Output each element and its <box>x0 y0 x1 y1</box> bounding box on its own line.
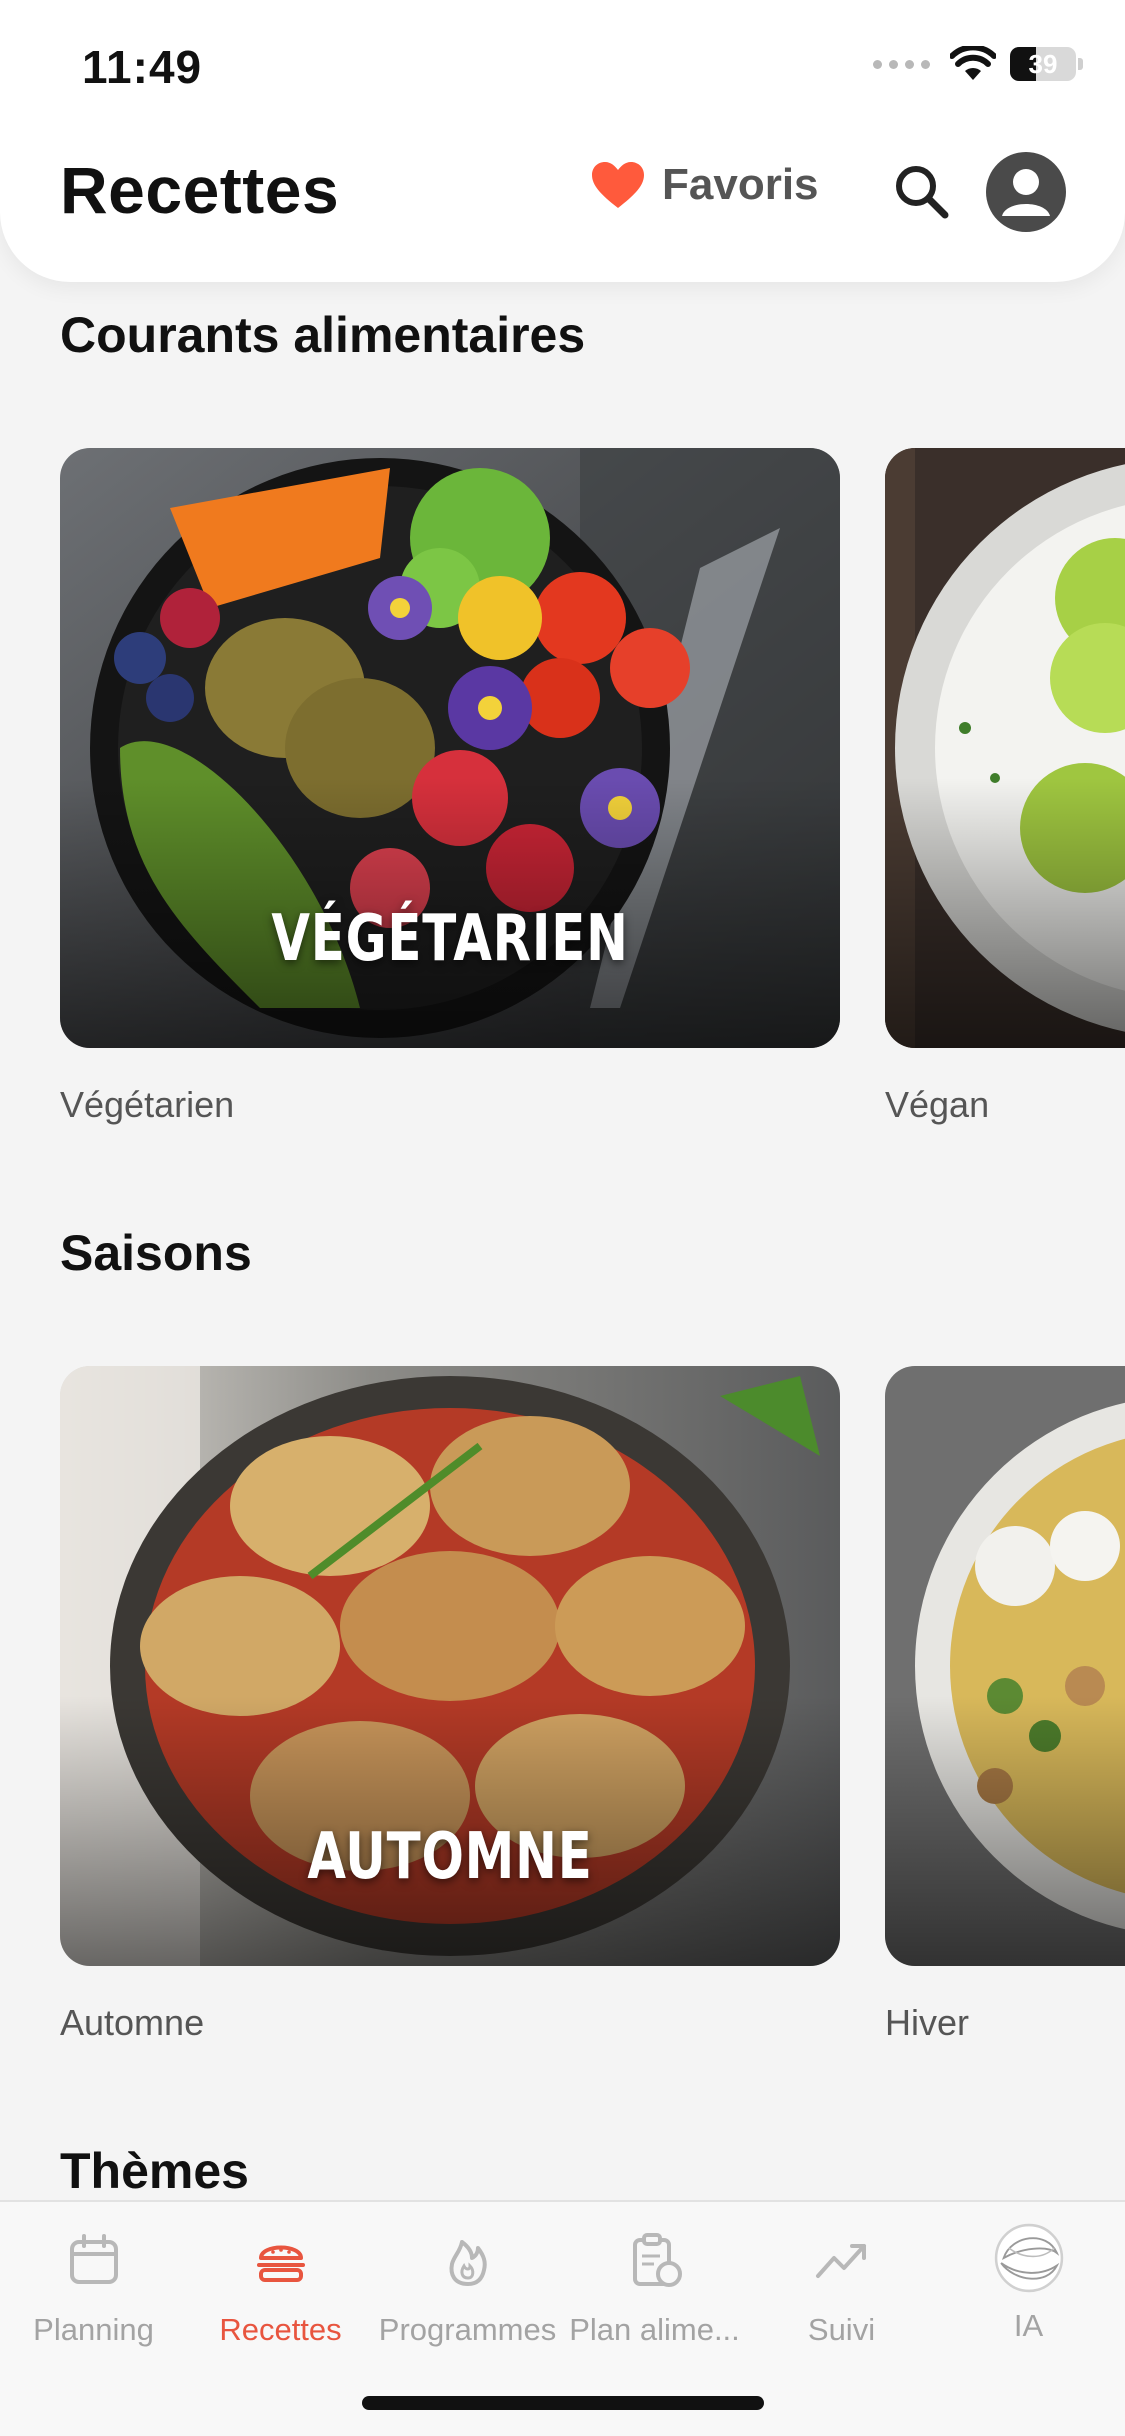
battery-percent: 39 <box>1028 48 1058 79</box>
flame-icon <box>449 2240 487 2286</box>
tab-label: Planning <box>33 2312 154 2347</box>
tab-label: IA <box>1013 2308 1044 2343</box>
recipe-category-card-automne[interactable]: AUTOMNE <box>60 1366 840 1966</box>
burger-icon <box>256 2245 305 2282</box>
section-title-themes: Thèmes <box>60 2143 249 2199</box>
card-caption-vegan: Végan <box>885 1084 990 1125</box>
tab-planning[interactable]: Planning <box>0 2202 187 2362</box>
calendar-icon <box>69 2234 118 2284</box>
card-overlay-title: VÉGÉTARIEN <box>271 902 629 976</box>
status-indicators: 39 <box>873 46 1083 82</box>
cellular-signal-icon <box>873 59 930 69</box>
card-caption-automne: Automne <box>60 2002 205 2043</box>
search-icon[interactable] <box>890 160 952 222</box>
ai-orb-icon <box>994 2223 1063 2293</box>
page-title: Recettes <box>60 153 340 227</box>
profile-avatar-button[interactable] <box>986 152 1066 232</box>
wifi-icon <box>950 46 996 80</box>
user-icon <box>1002 169 1050 216</box>
favorites-label: Favoris <box>662 160 819 209</box>
card-caption-hiver: Hiver <box>885 2002 970 2043</box>
card-caption-vegetarien: Végétarien <box>60 1084 235 1125</box>
rice-lime-bowl-image <box>885 448 1125 1048</box>
favorites-button[interactable]: Favoris <box>590 160 819 210</box>
battery-tip <box>1078 58 1083 70</box>
tab-label: Programmes <box>378 2312 557 2347</box>
trend-up-icon <box>815 2244 866 2278</box>
tab-label: Suivi <box>807 2312 876 2347</box>
tab-programmes[interactable]: Programmes <box>374 2202 561 2362</box>
status-time: 11:49 <box>82 41 203 93</box>
tab-suivi[interactable]: Suivi <box>748 2202 935 2362</box>
battery-icon: 39 <box>1010 47 1076 81</box>
tab-ia[interactable]: IA <box>935 2202 1122 2362</box>
top-app-bar: 11:49 39 Recettes Favoris <box>0 0 1125 282</box>
recipe-category-card-hiver[interactable] <box>885 1366 1125 1966</box>
tab-label: Recettes <box>219 2312 342 2347</box>
tab-label: Plan alime... <box>569 2312 740 2347</box>
card-overlay-title: AUTOMNE <box>307 1820 593 1894</box>
recipe-category-card-vegan[interactable] <box>885 448 1125 1048</box>
clipboard-apple-icon <box>632 2233 682 2287</box>
section-title-saisons: Saisons <box>60 1225 252 1281</box>
tab-plan-alimentaire[interactable]: Plan alime... <box>561 2202 748 2362</box>
home-indicator <box>362 2396 764 2410</box>
tab-recettes[interactable]: Recettes <box>187 2202 374 2362</box>
heart-icon <box>592 162 644 208</box>
recipe-category-card-vegetarien[interactable]: VÉGÉTARIEN <box>60 448 840 1048</box>
section-title-courants: Courants alimentaires <box>60 307 586 363</box>
winter-curry-bowl-image <box>885 1366 1125 1966</box>
